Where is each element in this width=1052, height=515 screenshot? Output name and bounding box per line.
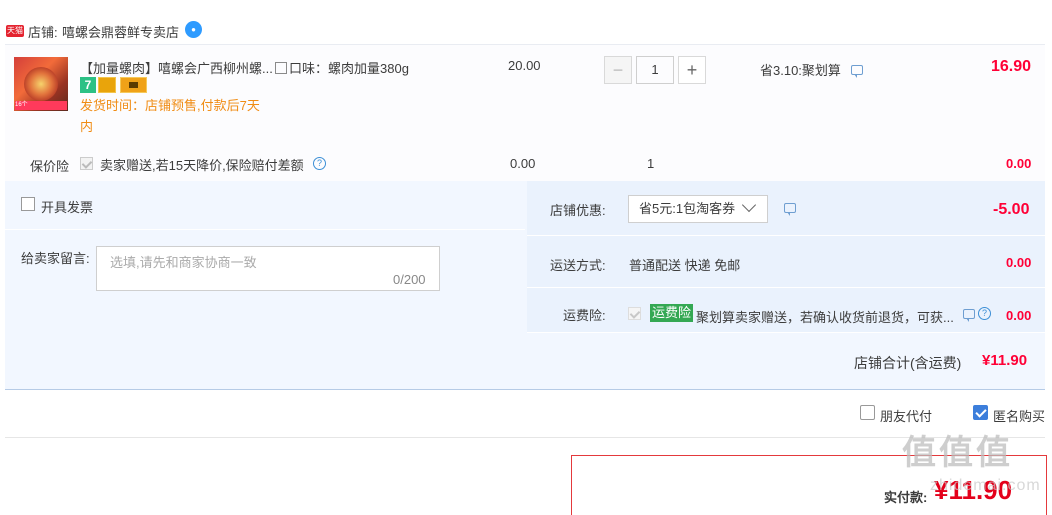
help-icon[interactable]: ? <box>313 157 326 170</box>
unit-price: 20.00 <box>508 58 541 73</box>
freight-insurance-text: 聚划算卖家赠送，若确认收货前退货，可获... <box>696 310 954 325</box>
comment-icon[interactable] <box>784 203 796 216</box>
freight-insurance-tag: 运费险 <box>650 304 694 322</box>
section-divider <box>5 437 1045 438</box>
row-divider <box>527 287 1045 288</box>
payment-label: 实付款: <box>884 490 928 505</box>
thumb-tag: 16个 <box>15 101 67 110</box>
store-total-value: ¥11.90 <box>982 352 1028 369</box>
insurance-total: 0.00 <box>1006 156 1032 171</box>
decrement-button[interactable]: − <box>604 56 632 84</box>
freight-insurance-checkbox[interactable] <box>628 307 641 320</box>
row-divider <box>527 235 1045 236</box>
message-placeholder: 选填,请先和商家协商一致 <box>110 255 257 270</box>
comment-icon[interactable] <box>851 65 863 78</box>
message-counter: 0/200 <box>393 272 426 287</box>
ship-time-note: 发货时间：店铺预售,付款后7天内 <box>80 98 260 134</box>
service-badge-icon[interactable] <box>98 77 116 93</box>
discount-label: 店铺优惠: <box>550 203 606 218</box>
store-total-label: 店铺合计(含运费) <box>854 355 962 371</box>
shipping-method: 普通配送 快递 免邮 <box>629 258 741 273</box>
watermark-logo: 值值值 <box>902 434 1013 472</box>
comment-icon[interactable] <box>963 309 975 322</box>
freight-insurance-amount: 0.00 <box>1006 308 1032 323</box>
quantity-input[interactable]: 1 <box>636 56 674 84</box>
insurance-price: 0.00 <box>510 156 536 171</box>
chat-bubble-icon[interactable]: ● <box>185 21 202 38</box>
sku-text: 口味：螺肉加量380g <box>289 61 409 76</box>
help-icon[interactable]: ? <box>978 307 991 320</box>
friend-pay-checkbox[interactable] <box>860 405 875 420</box>
insurance-label: 保价险 <box>30 159 70 174</box>
item-total-price: 16.90 <box>991 58 1032 75</box>
shipping-label: 运送方式: <box>550 258 606 273</box>
invoice-checkbox[interactable] <box>21 197 35 211</box>
credit-card-icon[interactable] <box>120 77 147 93</box>
store-name-link[interactable]: 嘻螺会鼎蓉鲜专卖店 <box>62 22 179 41</box>
freight-insurance-label: 运费险: <box>563 308 606 323</box>
row-divider <box>527 332 1045 333</box>
shipping-amount: 0.00 <box>1006 255 1032 270</box>
increment-button[interactable]: + <box>678 56 706 84</box>
seven-day-return-icon[interactable]: 7 <box>80 77 96 93</box>
insurance-qty: 1 <box>647 156 655 171</box>
invoice-label[interactable]: 开具发票 <box>41 197 93 216</box>
product-image-dish <box>24 67 58 101</box>
friend-pay-label[interactable]: 朋友代付 <box>880 406 932 425</box>
saving-text: 省3.10:聚划算 <box>760 63 841 78</box>
anonymous-purchase-label[interactable]: 匿名购买 <box>993 406 1045 425</box>
row-divider <box>5 229 525 230</box>
store-label: 店铺: <box>28 25 58 40</box>
product-sku: 口味：螺肉加量380g <box>275 58 409 77</box>
product-title-link[interactable]: 【加量螺肉】嘻螺会广西柳州螺... <box>80 58 273 77</box>
insurance-text: 卖家赠送,若15天降价,保险赔付差额 <box>100 158 304 173</box>
sku-box-icon <box>275 62 287 74</box>
message-label: 给卖家留言: <box>21 251 90 266</box>
anonymous-purchase-checkbox[interactable] <box>973 405 988 420</box>
insurance-checkbox[interactable] <box>80 157 93 170</box>
tmall-badge: 天猫 <box>6 25 24 37</box>
watermark-url: zhidemai.com <box>930 477 1041 494</box>
discount-amount: -5.00 <box>993 201 1030 218</box>
